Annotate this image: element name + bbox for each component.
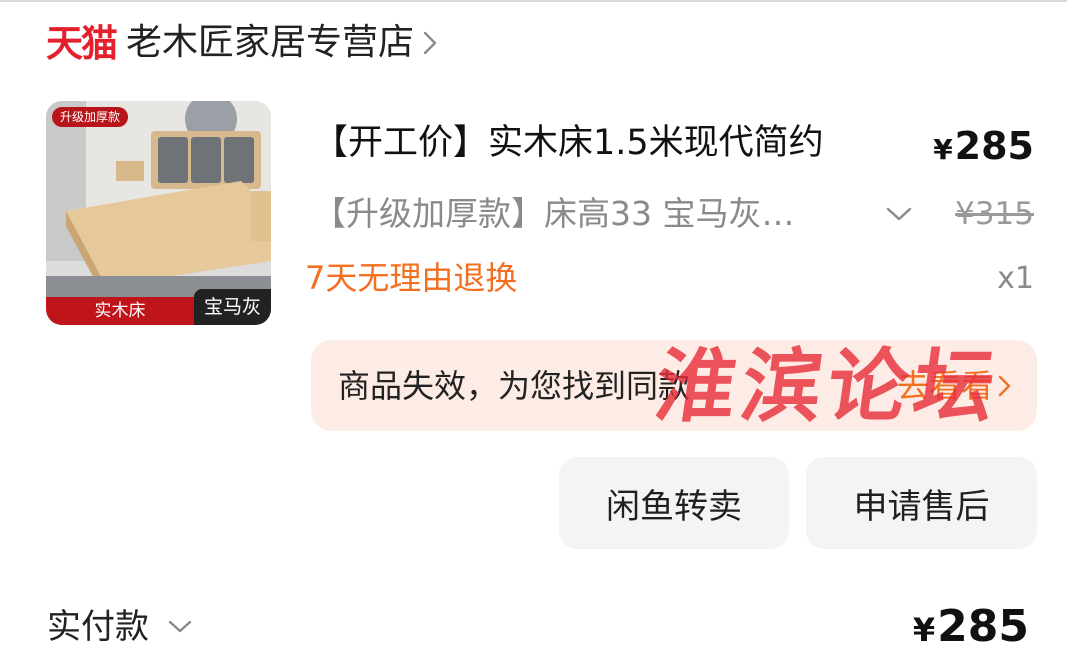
paid-label-text: 实付款 xyxy=(47,607,149,647)
paid-amount-label[interactable]: 实付款 xyxy=(47,605,193,649)
product-price: ¥285 xyxy=(933,124,1034,172)
return-policy-badge: 7天无理由退换 xyxy=(305,259,518,297)
original-price: ¥315 xyxy=(955,196,1034,232)
chevron-right-icon xyxy=(998,375,1011,397)
price-value: 285 xyxy=(954,124,1034,168)
invalid-item-notice[interactable]: 商品失效，为您找到同款 去看看 xyxy=(311,340,1037,431)
thumbnail-color-label: 宝马灰 xyxy=(194,289,271,325)
chevron-down-icon[interactable] xyxy=(884,205,914,223)
tmall-logo: 天猫 xyxy=(46,21,118,65)
xianyu-resell-button[interactable]: 闲鱼转卖 xyxy=(559,457,789,549)
chevron-right-icon[interactable] xyxy=(422,30,442,56)
quantity: x1 xyxy=(997,261,1034,296)
product-spec[interactable]: 【升级加厚款】床高33 宝马灰… xyxy=(313,192,794,236)
after-sale-button[interactable]: 申请售后 xyxy=(806,457,1037,549)
currency-symbol: ¥ xyxy=(933,133,953,166)
go-see-link[interactable]: 去看看 xyxy=(897,364,1013,408)
paid-amount-value: 285 xyxy=(937,601,1029,652)
paid-amount: ¥285 xyxy=(913,601,1029,656)
thumbnail-tag: 升级加厚款 xyxy=(52,107,129,127)
invalid-notice-text: 商品失效，为您找到同款 xyxy=(338,367,691,405)
currency-symbol: ¥ xyxy=(912,611,936,649)
product-title[interactable]: 【开工价】实木床1.5米现代简约 xyxy=(313,121,824,165)
product-thumbnail[interactable]: 升级加厚款 实木床 宝马灰 xyxy=(46,101,271,325)
top-divider xyxy=(0,0,1067,2)
store-name[interactable]: 老木匠家居专营店 xyxy=(126,25,414,61)
chevron-down-icon xyxy=(168,620,192,633)
store-header[interactable]: 天猫 老木匠家居专营店 xyxy=(46,18,442,68)
go-see-label: 去看看 xyxy=(896,367,993,405)
thumbnail-material-label: 实木床 xyxy=(46,297,194,325)
